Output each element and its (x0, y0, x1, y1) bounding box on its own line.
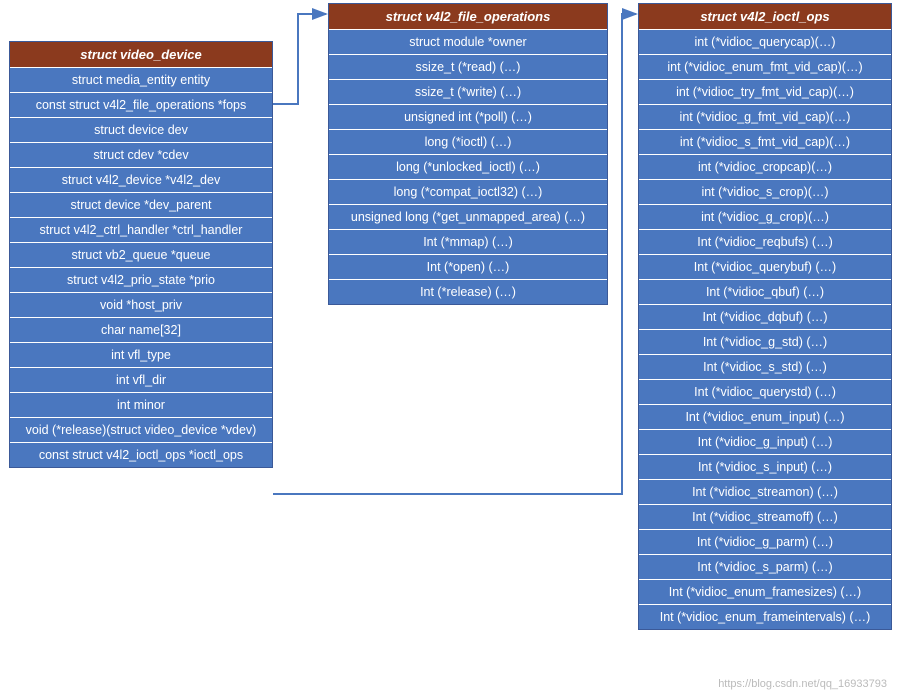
struct-row: void *host_priv (10, 292, 272, 317)
struct-row: Int (*vidioc_qbuf) (…) (639, 279, 891, 304)
struct-row: Int (*vidioc_s_input) (…) (639, 454, 891, 479)
struct-row: int (*vidioc_try_fmt_vid_cap)(…) (639, 79, 891, 104)
struct-row: struct media_entity entity (10, 68, 272, 92)
struct-row: struct module *owner (329, 30, 607, 54)
struct-row: struct v4l2_device *v4l2_dev (10, 167, 272, 192)
struct-row: void (*release)(struct video_device *vde… (10, 417, 272, 442)
struct-row: int (*vidioc_querycap)(…) (639, 30, 891, 54)
struct-row: long (*unlocked_ioctl) (…) (329, 154, 607, 179)
struct-row: Int (*vidioc_g_parm) (…) (639, 529, 891, 554)
struct-row: struct v4l2_ctrl_handler *ctrl_handler (10, 217, 272, 242)
struct-row: unsigned long (*get_unmapped_area) (…) (329, 204, 607, 229)
struct-row: struct vb2_queue *queue (10, 242, 272, 267)
struct-row: struct cdev *cdev (10, 142, 272, 167)
struct-row: long (*compat_ioctl32) (…) (329, 179, 607, 204)
struct-row: unsigned int (*poll) (…) (329, 104, 607, 129)
struct-row: ssize_t (*write) (…) (329, 79, 607, 104)
struct-row: int minor (10, 392, 272, 417)
watermark: https://blog.csdn.net/qq_16933793 (718, 678, 887, 690)
struct-row: int (*vidioc_s_crop)(…) (639, 179, 891, 204)
struct-row: struct v4l2_prio_state *prio (10, 267, 272, 292)
struct-row: struct device *dev_parent (10, 192, 272, 217)
struct-rows: int (*vidioc_querycap)(…)int (*vidioc_en… (639, 30, 891, 629)
struct-row: Int (*vidioc_reqbufs) (…) (639, 229, 891, 254)
struct-header: struct v4l2_file_operations (329, 4, 607, 30)
struct-row: Int (*vidioc_streamon) (…) (639, 479, 891, 504)
struct-row: int (*vidioc_g_crop)(…) (639, 204, 891, 229)
struct-row: int vfl_dir (10, 367, 272, 392)
struct-row: Int (*vidioc_streamoff) (…) (639, 504, 891, 529)
struct-row: char name[32] (10, 317, 272, 342)
struct-rows: struct media_entity entityconst struct v… (10, 68, 272, 467)
struct-row: Int (*vidioc_enum_input) (…) (639, 404, 891, 429)
struct-row: int (*vidioc_s_fmt_vid_cap)(…) (639, 129, 891, 154)
struct-row: const struct v4l2_file_operations *fops (10, 92, 272, 117)
struct-row: int vfl_type (10, 342, 272, 367)
struct-header: struct video_device (10, 42, 272, 68)
struct-row: Int (*vidioc_g_input) (…) (639, 429, 891, 454)
struct-row: Int (*vidioc_querybuf) (…) (639, 254, 891, 279)
struct-row: int (*vidioc_enum_fmt_vid_cap)(…) (639, 54, 891, 79)
struct-ioctl-ops: struct v4l2_ioctl_ops int (*vidioc_query… (638, 3, 892, 630)
struct-row: Int (*vidioc_enum_framesizes) (…) (639, 579, 891, 604)
struct-row: int (*vidioc_g_fmt_vid_cap)(…) (639, 104, 891, 129)
struct-row: long (*ioctl) (…) (329, 129, 607, 154)
struct-row: Int (*vidioc_enum_frameintervals) (…) (639, 604, 891, 629)
struct-header: struct v4l2_ioctl_ops (639, 4, 891, 30)
struct-row: Int (*vidioc_querystd) (…) (639, 379, 891, 404)
struct-row: Int (*vidioc_dqbuf) (…) (639, 304, 891, 329)
struct-row: Int (*vidioc_s_parm) (…) (639, 554, 891, 579)
struct-row: Int (*mmap) (…) (329, 229, 607, 254)
struct-row: Int (*vidioc_g_std) (…) (639, 329, 891, 354)
struct-row: Int (*release) (…) (329, 279, 607, 304)
struct-row: const struct v4l2_ioctl_ops *ioctl_ops (10, 442, 272, 467)
struct-row: Int (*open) (…) (329, 254, 607, 279)
struct-file-operations: struct v4l2_file_operations struct modul… (328, 3, 608, 305)
struct-rows: struct module *ownerssize_t (*read) (…)s… (329, 30, 607, 304)
struct-row: int (*vidioc_cropcap)(…) (639, 154, 891, 179)
struct-row: ssize_t (*read) (…) (329, 54, 607, 79)
struct-row: Int (*vidioc_s_std) (…) (639, 354, 891, 379)
struct-video-device: struct video_device struct media_entity … (9, 41, 273, 468)
struct-row: struct device dev (10, 117, 272, 142)
